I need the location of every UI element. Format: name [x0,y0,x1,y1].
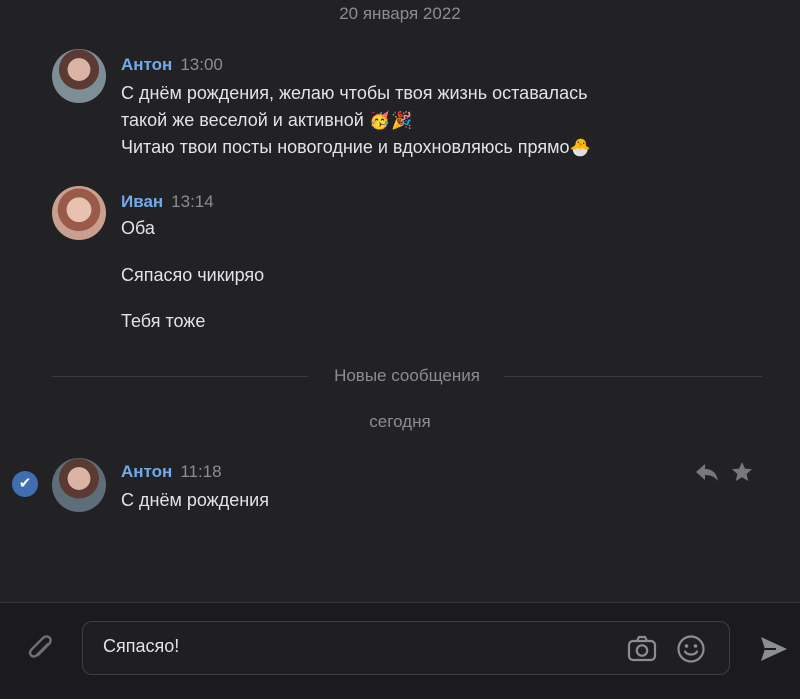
smile-icon[interactable] [676,634,706,664]
message-line: Сяпасяо чикиряо [121,265,265,285]
message-input[interactable] [103,636,583,657]
paperclip-icon[interactable] [24,632,58,666]
avatar[interactable] [52,49,106,103]
message-line: С днём рождения [121,490,269,510]
date-header: 20 января 2022 [339,4,461,23]
party-popper-emoji: 🎉 [391,111,413,130]
author-name[interactable]: Антон [121,462,172,481]
hatching-chick-emoji: 🐣 [569,138,592,157]
author-name[interactable]: Иван [121,192,163,211]
partying-face-emoji: 🥳 [369,111,391,130]
send-icon[interactable] [758,633,790,665]
message-time: 13:14 [171,192,214,211]
message-text: С днём рождения, желаю чтобы твоя жизнь … [121,80,591,161]
avatar[interactable] [52,458,106,512]
message-line: С днём рождения, желаю чтобы твоя жизнь … [121,83,588,103]
camera-icon[interactable] [626,634,658,664]
author-name[interactable]: Антон [121,55,172,74]
divider-label: Новые сообщения [334,366,480,385]
star-icon[interactable] [730,460,754,490]
check-icon[interactable]: ✔ [12,471,38,497]
message-line: такой же веселой и активной 🥳🎉 [121,107,591,134]
new-messages-divider: Новые сообщения [52,363,762,389]
reply-icon[interactable] [694,460,720,490]
message-time: 11:18 [180,462,222,481]
message-actions [694,460,764,486]
message-line: Тебя тоже [121,311,206,331]
message-time: 13:00 [180,55,223,74]
message-line: Читаю твои посты новогодние и вдохновляю… [121,134,591,161]
message-line: Оба [121,218,155,238]
today-label: сегодня [369,412,431,431]
avatar[interactable] [52,186,106,240]
